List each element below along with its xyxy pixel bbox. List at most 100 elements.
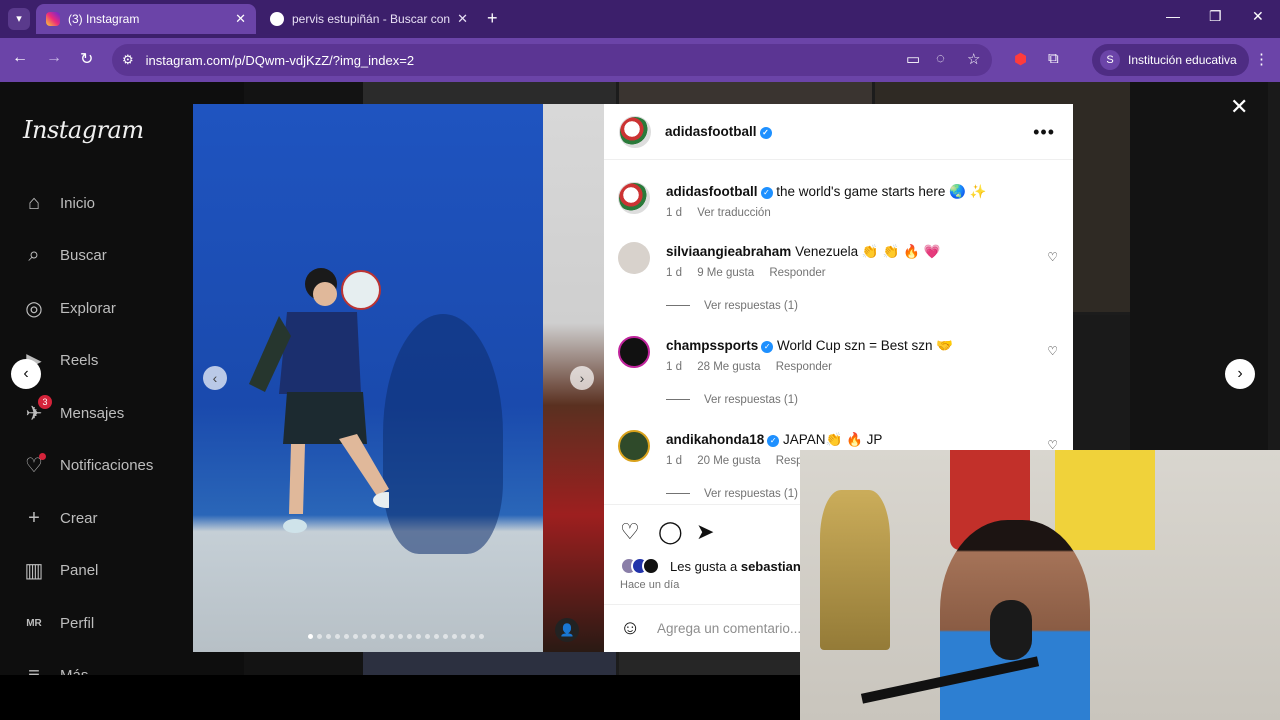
messenger-icon: ✈ 3 — [22, 395, 52, 425]
post-photo — [193, 104, 543, 652]
close-window-icon[interactable]: ✕ — [1252, 8, 1264, 25]
likes-summary[interactable]: Les gusta a sebastianca — [620, 557, 815, 575]
view-replies-text: Ver respuestas (1) — [704, 488, 798, 500]
sidebar-item-mensajes[interactable]: ✈ 3 Mensajes — [22, 395, 124, 428]
sidebar-item-crear[interactable]: + Crear — [22, 503, 97, 533]
back-icon[interactable]: ← — [12, 49, 28, 67]
like-post-icon[interactable]: ♡ — [620, 519, 640, 545]
view-replies-link[interactable]: Ver respuestas (1) — [666, 300, 798, 312]
close-tab-icon[interactable]: ✕ — [235, 11, 246, 27]
tab-title: (3) Instagram — [68, 12, 140, 26]
post-media-carousel[interactable]: ‹ › 👤 — [193, 104, 604, 652]
chart-icon: ▥ — [24, 559, 44, 582]
site-info-icon[interactable]: ⚙ — [122, 52, 134, 68]
close-modal-icon[interactable]: ✕ — [1230, 94, 1248, 120]
menu-icon: ≡ — [28, 663, 40, 676]
more-options-icon[interactable]: ••• — [1033, 122, 1055, 143]
tab-search-button[interactable]: ▾ — [8, 8, 30, 30]
carousel-dots — [308, 634, 484, 639]
sidebar-item-panel[interactable]: ▥ Panel — [22, 555, 99, 585]
see-translation-link[interactable]: Ver traducción — [697, 207, 771, 219]
grid-tile — [363, 652, 616, 675]
webcam-microphone — [990, 600, 1032, 660]
compass-icon: ◎ — [25, 297, 43, 320]
like-comment-icon[interactable]: ♡ — [1047, 250, 1058, 264]
sidebar-item-label: Más — [60, 666, 89, 676]
forward-icon[interactable]: → — [46, 49, 62, 67]
author-username[interactable]: adidasfootball ✓ — [665, 124, 772, 139]
comment-username[interactable]: silviaangieabraham — [666, 244, 791, 259]
sidebar-item-perfil[interactable]: MR Perfil — [22, 608, 94, 638]
sidebar-item-mas[interactable]: ≡ Más — [22, 660, 89, 676]
verified-badge-icon: ✓ — [760, 187, 773, 199]
user-tag-icon[interactable]: 👤 — [555, 618, 579, 642]
author-name-text: adidasfootball — [665, 124, 757, 139]
sidebar-item-inicio[interactable]: ⌂ Inicio — [22, 188, 95, 218]
comment-likes[interactable]: 20 Me gusta — [697, 455, 760, 467]
close-tab-icon[interactable]: ✕ — [457, 11, 468, 27]
url-input[interactable]: ⚙ instagram.com/p/DQwm-vdjKzZ/?img_index… — [112, 44, 992, 76]
comment-likes[interactable]: 28 Me gusta — [697, 361, 760, 373]
sidebar-item-label: Perfil — [60, 614, 95, 632]
cast-icon[interactable]: ▭ — [906, 50, 920, 68]
webcam-yellow-jersey — [1055, 450, 1155, 550]
instagram-logo[interactable]: Instagram — [23, 116, 144, 144]
verified-badge-icon: ✓ — [767, 435, 780, 447]
profile-button[interactable]: S Institución educativa — [1092, 44, 1249, 76]
reply-button[interactable]: Responder — [776, 361, 832, 373]
browser-menu-icon[interactable]: ⋮ — [1254, 50, 1269, 68]
notification-dot — [39, 453, 46, 460]
emoji-icon[interactable]: ☺ — [620, 617, 640, 640]
tab-instagram[interactable]: (3) Instagram ✕ — [36, 4, 256, 34]
carousel-prev-icon[interactable]: ‹ — [203, 366, 227, 390]
webcam-overlay — [800, 450, 1280, 720]
previous-post-icon[interactable]: ‹ — [11, 359, 41, 389]
reply-button[interactable]: Responder — [769, 267, 825, 279]
comment-avatar[interactable] — [618, 336, 650, 368]
sidebar-item-label: Explorar — [60, 299, 116, 317]
bookmark-star-icon[interactable]: ☆ — [967, 50, 980, 68]
comment-input[interactable]: Agrega un comentario... — [657, 621, 801, 636]
verified-badge-icon: ✓ — [759, 127, 772, 139]
like-comment-icon[interactable]: ♡ — [1047, 344, 1058, 358]
share-icon[interactable]: ➤ — [696, 519, 714, 545]
reload-icon[interactable]: ↻ — [80, 49, 93, 69]
extension-red-icon[interactable]: ⬢ — [1014, 50, 1027, 68]
eye-off-icon[interactable]: ◌ — [936, 50, 945, 67]
webcam-trophies — [820, 490, 890, 650]
sidebar-item-notificaciones[interactable]: ♡ Notificaciones — [22, 450, 153, 480]
grid-tile — [619, 82, 872, 104]
comment-avatar[interactable] — [618, 242, 650, 274]
carousel-next-icon[interactable]: › — [570, 366, 594, 390]
comment-meta: 1 d 28 Me gusta Responder — [666, 361, 844, 373]
sidebar-item-label: Inicio — [60, 194, 96, 212]
new-tab-icon[interactable]: + — [487, 8, 498, 29]
next-post-icon[interactable]: › — [1225, 359, 1255, 389]
comment-item: champssports ✓ World Cup szn = Best szn 🤝… — [618, 336, 1058, 376]
author-avatar[interactable] — [619, 116, 651, 148]
minimize-icon[interactable]: — — [1166, 8, 1180, 24]
plus-icon: + — [28, 506, 40, 529]
comment-username[interactable]: champssports — [666, 338, 758, 353]
sidebar-item-buscar[interactable]: ⌕ Buscar — [22, 240, 106, 270]
extensions-puzzle-icon[interactable]: ⧉ — [1048, 50, 1059, 67]
replies-dash — [666, 399, 690, 400]
sidebar-item-explorar[interactable]: ◎ Explorar — [22, 293, 116, 323]
view-replies-link[interactable]: Ver respuestas (1) — [666, 488, 798, 500]
tab-google-search[interactable]: pervis estupiñán - Buscar con G ✕ — [260, 4, 478, 34]
caption-avatar[interactable] — [618, 182, 650, 214]
maximize-icon[interactable]: ❐ — [1209, 8, 1222, 25]
view-replies-link[interactable]: Ver respuestas (1) — [666, 394, 798, 406]
address-bar-row: ← → ↻ ⚙ instagram.com/p/DQwm-vdjKzZ/?img… — [0, 38, 1280, 82]
caption-time: 1 d — [666, 207, 682, 219]
comment-avatar[interactable] — [618, 430, 650, 462]
comment-icon[interactable]: ◯ — [658, 519, 683, 545]
likes-prefix: Les gusta a — [670, 558, 738, 574]
comment-line: champssports ✓ World Cup szn = Best szn 🤝 — [666, 338, 953, 354]
home-icon: ⌂ — [27, 191, 41, 214]
comment-username[interactable]: andikahonda18 — [666, 432, 764, 447]
comment-likes[interactable]: 9 Me gusta — [697, 267, 754, 279]
caption-username[interactable]: adidasfootball — [666, 184, 758, 199]
profile-icon: MR — [26, 617, 42, 629]
comment-time: 1 d — [666, 361, 682, 373]
